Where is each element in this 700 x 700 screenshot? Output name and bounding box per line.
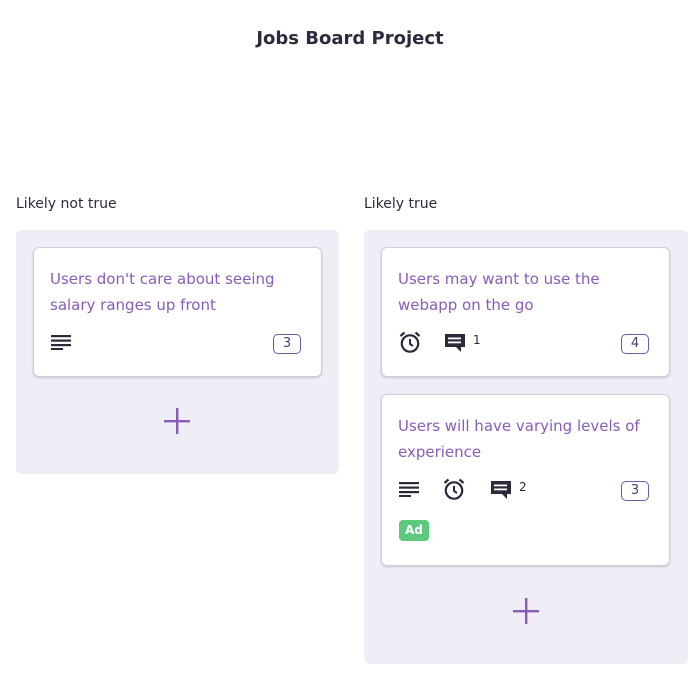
card[interactable]: Users don't care about seeing salary ran… <box>33 247 322 377</box>
comment-icon <box>491 481 511 499</box>
add-card-icon[interactable] <box>164 408 190 434</box>
column-likely-not-true: Users don't care about seeing salary ran… <box>16 230 339 474</box>
comment-icon <box>445 334 465 352</box>
add-card-icon[interactable] <box>513 598 539 624</box>
card-title: Users may want to use the webapp on the … <box>398 270 600 314</box>
description-icon <box>399 482 419 497</box>
column-header-likely-true: Likely true <box>364 196 438 212</box>
card-title: Users don't care about seeing salary ran… <box>50 270 275 314</box>
label-badge-ad[interactable]: Ad <box>399 520 429 541</box>
column-likely-true: Users may want to use the webapp on the … <box>364 230 688 664</box>
board-title: Jobs Board Project <box>256 28 444 49</box>
card-title: Users will have varying levels of experi… <box>398 417 640 461</box>
story-points-badge: 3 <box>621 481 649 501</box>
card[interactable]: Users may want to use the webapp on the … <box>381 247 670 377</box>
comment-count: 1 <box>473 333 481 347</box>
comment-count: 2 <box>519 480 527 494</box>
story-points-badge: 4 <box>621 334 649 354</box>
alarm-icon <box>399 331 421 353</box>
column-header-likely-not-true: Likely not true <box>16 196 117 212</box>
story-points-badge: 3 <box>273 334 301 354</box>
alarm-icon <box>443 478 465 500</box>
description-icon <box>51 335 71 350</box>
card[interactable]: Users will have varying levels of experi… <box>381 394 670 566</box>
